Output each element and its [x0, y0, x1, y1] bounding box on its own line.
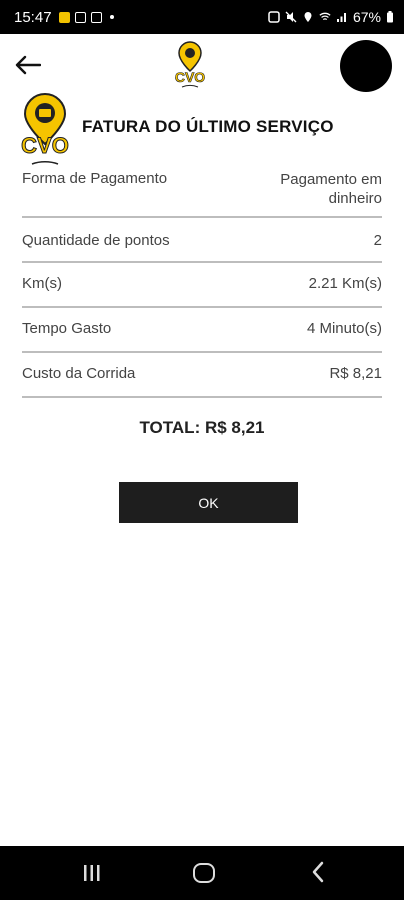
status-bar: 15:47 67% [0, 0, 404, 34]
invoice-details: Forma de Pagamento Pagamento em dinheiro… [22, 166, 382, 398]
recents-icon[interactable] [82, 864, 102, 882]
status-time: 15:47 [14, 8, 52, 26]
nav-back-icon[interactable] [311, 861, 325, 883]
detail-label: Km(s) [22, 275, 62, 292]
invoice-title: FATURA DO ÚLTIMO SERVIÇO [82, 117, 334, 136]
location-icon [304, 12, 312, 22]
system-nav-bar [0, 846, 404, 900]
detail-value: 2.21 Km(s) [308, 275, 382, 292]
wifi-icon [319, 12, 331, 21]
battery-icon [387, 11, 393, 23]
detail-label: Quantidade de pontos [22, 232, 170, 249]
detail-label: Custo da Corrida [22, 365, 136, 382]
detail-label: Tempo Gasto [22, 320, 112, 337]
alarm-icon [268, 11, 280, 23]
mute-icon [285, 11, 297, 23]
detail-row-time: Tempo Gasto 4 Minuto(s) [22, 308, 382, 353]
home-icon[interactable] [193, 863, 215, 883]
app-header: CVO [0, 34, 404, 96]
svg-text:CVO: CVO [21, 133, 69, 158]
detail-value: 2 [373, 232, 382, 249]
svg-text:CVO: CVO [175, 69, 205, 85]
user-avatar[interactable] [340, 40, 392, 92]
ok-button[interactable]: OK [119, 482, 298, 523]
arrow-left-icon [15, 55, 41, 75]
detail-row-distance: Km(s) 2.21 Km(s) [22, 263, 382, 308]
signal-icon [336, 13, 346, 22]
app-notification-icon-2 [90, 11, 102, 23]
detail-row-payment-method: Forma de Pagamento Pagamento em dinheiro [22, 166, 382, 218]
status-right: 67% [268, 9, 394, 25]
notification-icon [58, 11, 70, 23]
status-left: 15:47 [14, 9, 114, 26]
cvo-delivery-logo-large: CVO [21, 92, 69, 165]
app-notification-icon [74, 11, 86, 23]
battery-percent: 67% [352, 9, 381, 25]
detail-label: Forma de Pagamento [22, 170, 168, 187]
detail-row-cost: Custo da Corrida R$ 8,21 [22, 353, 382, 398]
detail-value: R$ 8,21 [329, 365, 382, 382]
total-amount: TOTAL: R$ 8,21 [139, 418, 265, 437]
detail-value: 4 Minuto(s) [306, 320, 382, 337]
more-notifications-icon [109, 15, 114, 19]
cvo-delivery-logo: CVO [175, 41, 206, 88]
detail-row-points: Quantidade de pontos 2 [22, 218, 382, 263]
back-button[interactable] [12, 50, 44, 80]
detail-value: Pagamento em dinheiro [280, 171, 382, 207]
